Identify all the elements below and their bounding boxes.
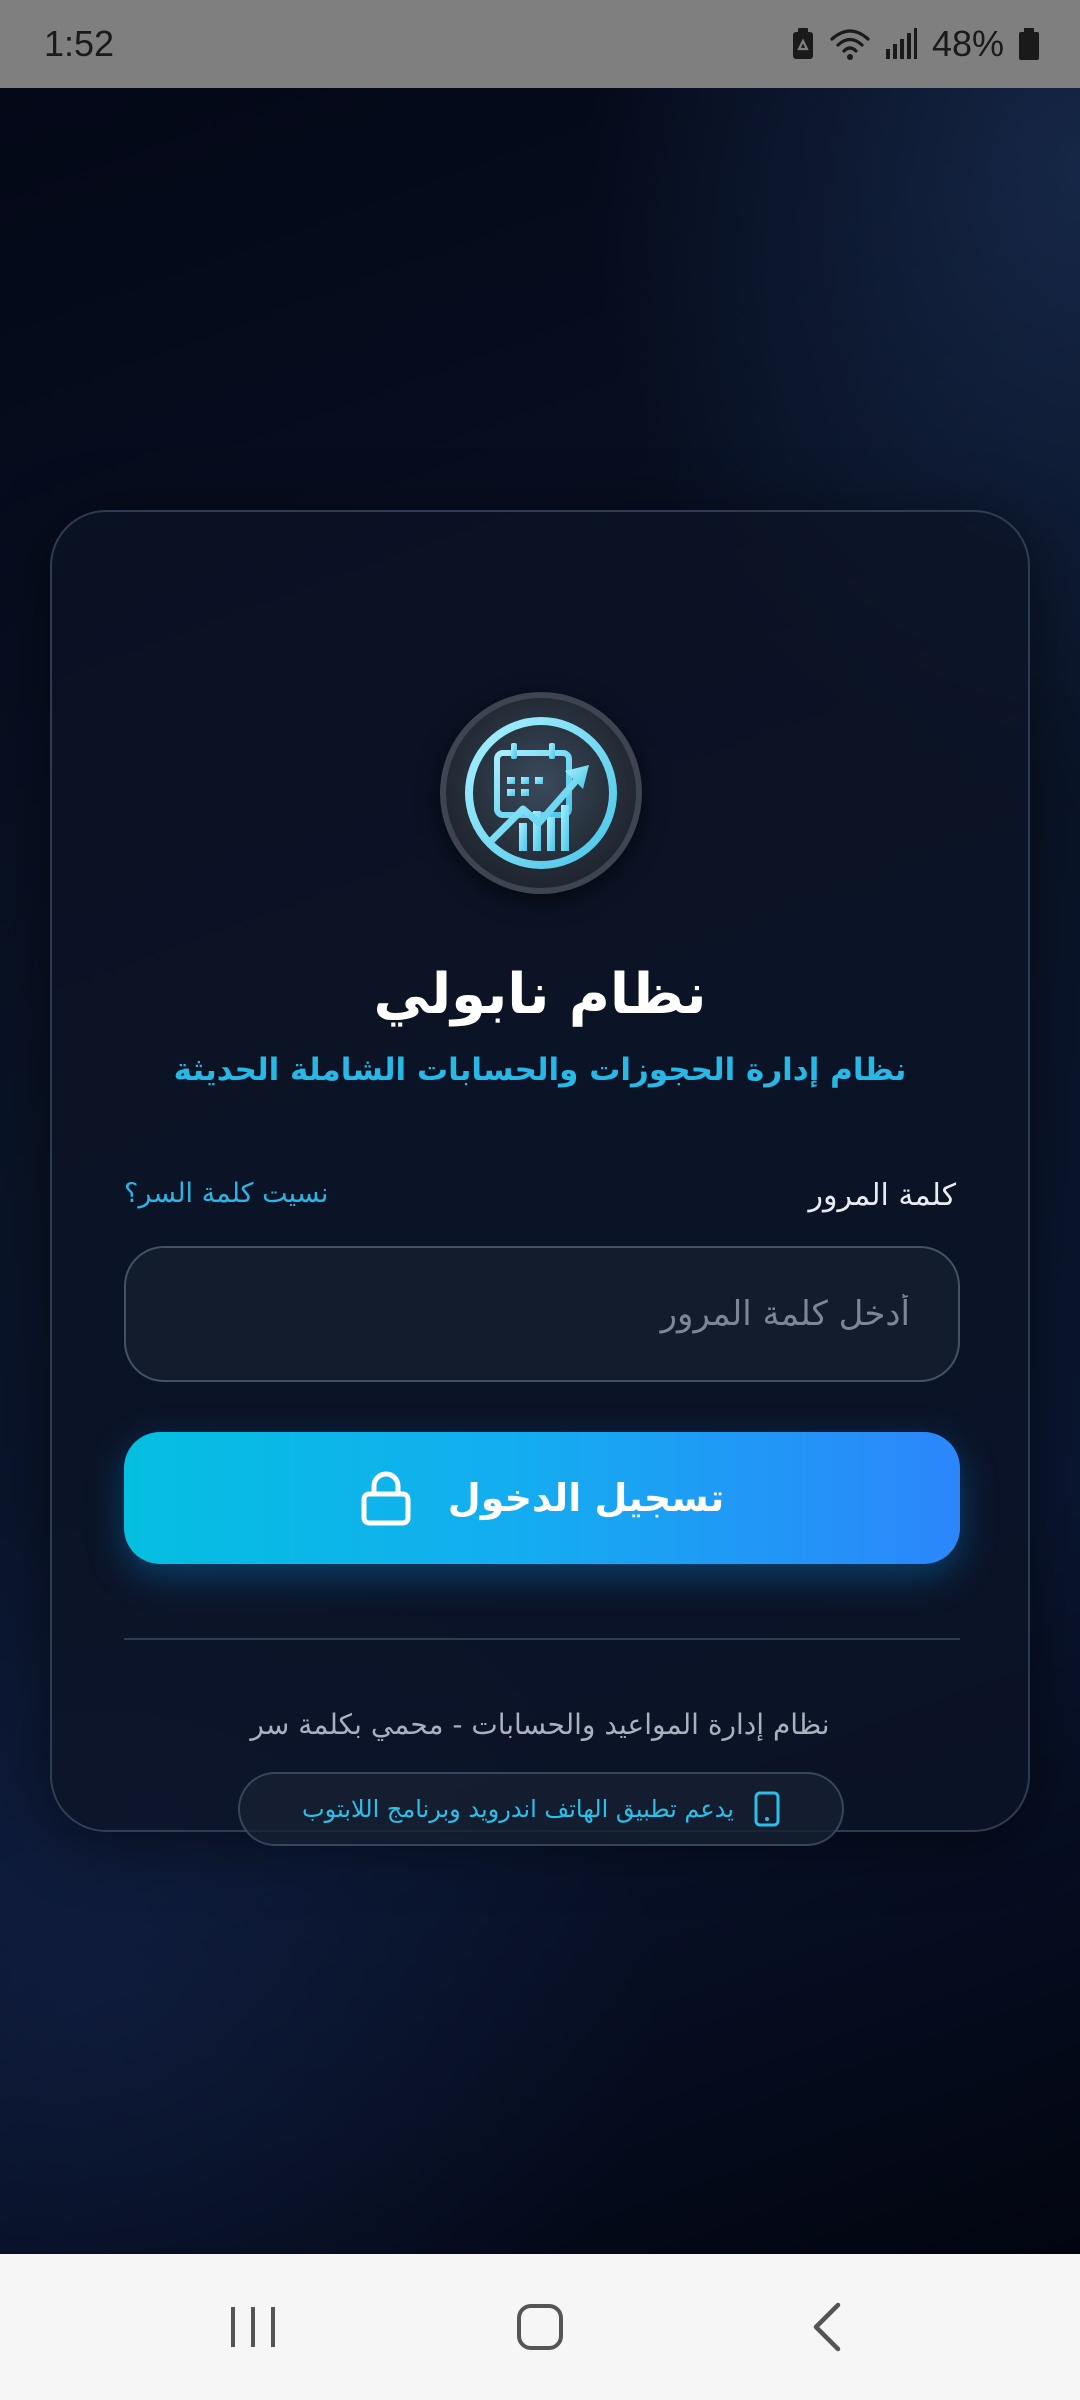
recents-icon[interactable] — [193, 2277, 313, 2377]
password-input[interactable] — [124, 1246, 960, 1382]
phone-icon — [754, 1791, 780, 1827]
login-button-label: تسجيل الدخول — [447, 1476, 725, 1520]
forgot-password-link[interactable]: نسيت كلمة السر؟ — [124, 1178, 328, 1209]
app-title: نظام نابولي — [373, 962, 707, 1027]
status-bar: 1:52 48% — [0, 0, 1080, 88]
support-text: يدعم تطبيق الهاتف اندرويد وبرنامج اللابت… — [302, 1795, 734, 1823]
battery-saver-icon — [790, 27, 816, 61]
calendar-growth-chart-icon — [440, 692, 642, 894]
battery-icon — [1018, 27, 1040, 61]
support-badge: يدعم تطبيق الهاتف اندرويد وبرنامج اللابت… — [238, 1772, 844, 1846]
status-icons: 48% — [790, 23, 1040, 65]
divider — [124, 1638, 960, 1640]
lock-icon — [360, 1470, 412, 1526]
navigation-bar — [0, 2254, 1080, 2400]
app-subtitle: نظام إدارة الحجوزات والحسابات الشاملة ال… — [173, 1052, 907, 1088]
status-time: 1:52 — [44, 23, 115, 64]
home-icon[interactable] — [480, 2277, 600, 2377]
footer-description: نظام إدارة المواعيد والحسابات - محمي بكل… — [250, 1708, 830, 1741]
wifi-icon — [830, 27, 870, 61]
back-icon[interactable] — [767, 2277, 887, 2377]
login-screen: نظام نابولي نظام إدارة الحجوزات والحسابا… — [0, 88, 1080, 2254]
login-button[interactable]: تسجيل الدخول — [124, 1432, 960, 1564]
battery-percentage: 48% — [931, 23, 1004, 64]
signal-icon — [884, 27, 918, 61]
login-card: نظام نابولي نظام إدارة الحجوزات والحسابا… — [50, 510, 1030, 1846]
password-label: كلمة المرور — [808, 1178, 956, 1213]
